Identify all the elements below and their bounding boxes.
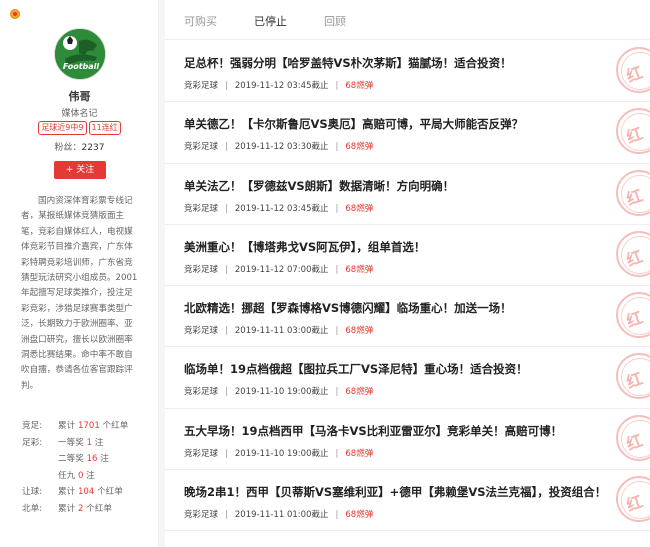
list-item[interactable]: 单关德乙！【卡尔斯鲁厄VS奥厄】高赔可博，平局大师能否反弹？ 竞彩足球 | 2019… <box>165 102 650 164</box>
article-meta: 竞彩足球 | 2019-11-10 19:00截止 | 68燃弹 <box>184 387 374 398</box>
tab-review[interactable]: 回顾 <box>324 13 346 29</box>
article-title[interactable]: 北欧精选！挪超【罗森博格VS博德闪耀】临场重心！加送一场！ <box>184 300 512 316</box>
stats-list: 竞足: 累计 1701 个红单 足彩: 一等奖 1 注 二等奖 16 注 任九 … <box>22 418 152 517</box>
article-meta: 竞彩足球 | 2019-11-11 01:00截止 | 68燃弹 <box>184 510 374 521</box>
list-item[interactable]: 北欧精选！挪超【罗森博格VS博德闪耀】临场重心！加送一场！ 竞彩足球 | 2019-… <box>165 286 650 348</box>
streak-badge: 足球近9中9 <box>38 121 87 135</box>
article-meta: 竞彩足球 | 2019-11-12 03:45截止 | 68燃弹 <box>184 81 374 91</box>
stat-row: 足彩: 一等奖 1 注 <box>22 435 152 452</box>
stat-value: 任九 0 注 <box>58 470 95 481</box>
stat-row: 让球: 累计 104 个红单 <box>22 484 152 501</box>
article-list: 足总杯！强弱分明【哈罗盖特VS朴次茅斯】猫腻场！适合投资！ 竞彩足球 | 2019-… <box>165 41 650 532</box>
article-meta: 竞彩足球 | 2019-11-12 03:45截止 | 68燃弹 <box>184 203 374 214</box>
red-stamp-icon: 红 <box>616 108 650 155</box>
follow-button[interactable]: + 关注 <box>54 161 106 179</box>
article-title[interactable]: 五大早场！19点档西甲【马洛卡VS比利亚雷亚尔】竞彩单关！高赔可博！ <box>184 423 562 439</box>
profile-badges: 足球近9中9 11连红 <box>0 121 159 135</box>
article-meta: 竞彩足球 | 2019-11-11 03:00截止 | 68燃弹 <box>184 326 374 337</box>
stat-value: 累计 1701 个红单 <box>58 421 129 431</box>
profile-name: 伟哥 <box>68 90 91 103</box>
corner-badge-icon <box>10 9 20 19</box>
profile-bio: 国内资深体育彩票专线记者，某报纸媒体竞猜版面主笔，竞彩自媒体红人，电视媒体竞彩节… <box>21 196 138 391</box>
stat-label: 足彩: <box>22 437 43 448</box>
article-meta: 竞彩足球 | 2019-11-12 03:30截止 | 68燃弹 <box>184 142 374 153</box>
fans-count: 粉丝：2237 <box>0 140 159 153</box>
red-stamp-icon: 红 <box>616 353 650 400</box>
red-stamp-icon: 红 <box>616 414 650 461</box>
red-stamp-icon: 红 <box>616 169 650 216</box>
profile-sidebar: Football 伟哥 媒体名记 足球近9中9 11连红 粉丝：2237 + 关… <box>0 0 159 547</box>
stat-label: 让球: <box>22 487 43 497</box>
stat-row: 北单: 累计 2 个红单 <box>22 501 152 518</box>
list-item[interactable]: 单关法乙！【罗德兹VS朗斯】数据清晰！方向明确！ 竞彩足球 | 2019-11-12… <box>165 164 650 225</box>
page: Football 伟哥 媒体名记 足球近9中9 11连红 粉丝：2237 + 关… <box>0 0 650 547</box>
list-item[interactable]: 美洲重心！【博塔弗戈VS阿瓦伊】，组单首选！ 竞彩足球 | 2019-11-12 0… <box>165 225 650 287</box>
stat-label: 竞足: <box>22 421 43 431</box>
list-item[interactable]: 五大早场！19点档西甲【马洛卡VS比利亚雷亚尔】竞彩单关！高赔可博！ 竞彩足球 |… <box>165 409 650 471</box>
football-logo-icon: Football <box>55 29 105 79</box>
article-meta: 竞彩足球 | 2019-11-10 19:00截止 | 68燃弹 <box>184 448 374 459</box>
stat-row: 竞足: 累计 1701 个红单 <box>22 418 152 435</box>
stat-value: 二等奖 16 注 <box>58 454 109 464</box>
article-title[interactable]: 晚场2串1！西甲【贝蒂斯VS塞维利亚】+德甲【弗赖堡VS法兰克福】，投资组合！ <box>184 484 606 500</box>
article-meta: 竞彩足球 | 2019-11-12 07:00截止 | 68燃弹 <box>184 264 374 275</box>
avatar[interactable]: Football <box>54 28 106 80</box>
article-title[interactable]: 单关法乙！【罗德兹VS朗斯】数据清晰！方向明确！ <box>184 178 454 194</box>
red-stamp-icon: 红 <box>616 476 650 523</box>
stat-value: 一等奖 1 注 <box>58 437 104 448</box>
article-title[interactable]: 足总杯！强弱分明【哈罗盖特VS朴次茅斯】猫腻场！适合投资！ <box>184 55 512 71</box>
tab-stopped[interactable]: 已停止 <box>254 13 287 29</box>
red-streak-badge: 11连红 <box>88 121 121 135</box>
stat-value: 累计 104 个红单 <box>58 487 123 497</box>
profile-title: 媒体名记 <box>61 109 98 119</box>
article-panel: 可购买 已停止 回顾 足总杯！强弱分明【哈罗盖特VS朴次茅斯】猫腻场！适合投资！… <box>165 0 650 547</box>
list-item[interactable]: 晚场2串1！西甲【贝蒂斯VS塞维利亚】+德甲【弗赖堡VS法兰克福】，投资组合！ … <box>165 470 650 532</box>
stat-value: 累计 2 个红单 <box>58 503 112 514</box>
article-title[interactable]: 单关德乙！【卡尔斯鲁厄VS奥厄】高赔可博，平局大师能否反弹？ <box>184 116 523 132</box>
stat-row: 任九 0 注 <box>22 468 152 485</box>
list-item[interactable]: 临场单！19点档俄超【图拉兵工厂VS泽尼特】重心场！适合投资！ 竞彩足球 | 201… <box>165 347 650 409</box>
article-title[interactable]: 临场单！19点档俄超【图拉兵工厂VS泽尼特】重心场！适合投资！ <box>184 361 528 377</box>
list-item[interactable]: 足总杯！强弱分明【哈罗盖特VS朴次茅斯】猫腻场！适合投资！ 竞彩足球 | 2019-… <box>165 41 650 103</box>
avatar-logo-text: Football <box>63 62 100 71</box>
stat-label: 北单: <box>22 503 43 514</box>
red-stamp-icon: 红 <box>616 292 650 339</box>
stat-row: 二等奖 16 注 <box>22 451 152 468</box>
fans-value: 2237 <box>81 143 105 153</box>
article-title[interactable]: 美洲重心！【博塔弗戈VS阿瓦伊】，组单首选！ <box>184 239 425 255</box>
tab-bar: 可购买 已停止 回顾 <box>165 0 650 40</box>
red-stamp-icon: 红 <box>616 47 650 93</box>
fans-label: 粉丝： <box>54 143 82 153</box>
red-stamp-icon: 红 <box>616 230 650 277</box>
tab-purchasable[interactable]: 可购买 <box>184 13 217 29</box>
